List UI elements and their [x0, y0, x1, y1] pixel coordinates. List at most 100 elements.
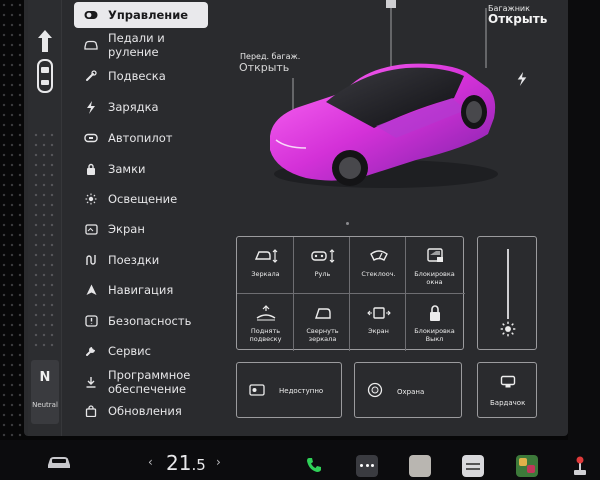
dot-icon — [371, 464, 374, 467]
strip-dot-pattern — [32, 130, 58, 350]
car-illustration[interactable] — [266, 52, 506, 192]
menu-item-label: Замки — [108, 162, 146, 176]
menu-item-label: Сервис — [108, 344, 151, 358]
temp-up-button[interactable]: › — [216, 455, 221, 469]
line-icon — [466, 463, 480, 465]
menu-item-label-line1: Программное — [108, 368, 191, 382]
phone-icon[interactable] — [305, 456, 323, 474]
menu-item-safety[interactable]: Безопасность — [74, 308, 208, 334]
screen-label: Экран — [368, 327, 389, 335]
menu-item-software[interactable]: Программное обеспечение — [74, 366, 208, 398]
charge-port-icon[interactable] — [516, 72, 528, 86]
speaker-grille-left — [0, 0, 24, 440]
sentry-icon — [367, 382, 383, 398]
menu-item-trips[interactable]: Поездки — [74, 247, 208, 273]
wipers-button[interactable]: Стеклооч. — [350, 237, 407, 294]
menu-item-navigation[interactable]: Навигация — [74, 277, 208, 303]
menu-item-label: Экран — [108, 222, 145, 236]
steering-adjust-icon — [310, 249, 334, 263]
mirrors-button[interactable]: Зеркала — [237, 237, 294, 294]
menu-item-autopilot[interactable]: Автопилот — [74, 125, 208, 151]
app-tile-toybox[interactable] — [516, 455, 538, 477]
raise-suspension-label: Поднять подвеску — [249, 327, 282, 343]
raise-suspension-button[interactable]: Поднять подвеску — [237, 294, 294, 351]
menu-item-controls[interactable]: Управление — [74, 2, 208, 28]
menu-item-label: Обновления — [108, 404, 182, 418]
download-icon — [84, 375, 98, 389]
menu-item-label: Педали и руление — [108, 31, 165, 59]
steering-button[interactable]: Руль — [294, 237, 351, 294]
rear-trunk-open-button[interactable]: Открыть — [488, 12, 547, 26]
gear-indicator[interactable]: N Neutral — [31, 360, 59, 424]
dot-icon — [360, 464, 363, 467]
fold-mirrors-label: Свернуть зеркала — [306, 327, 339, 343]
menu-item-locks[interactable]: Замки — [74, 156, 208, 182]
menu-item-label-group: Программное обеспечение — [108, 368, 190, 396]
line-icon — [466, 468, 480, 470]
menu-item-label: Поездки — [108, 253, 160, 267]
bezel-right — [568, 0, 600, 440]
menu-item-label: Подвеска — [108, 69, 166, 83]
screen-icon — [366, 307, 391, 319]
brightness-slider[interactable] — [477, 236, 537, 350]
menu-item-charging[interactable]: Зарядка — [74, 94, 208, 120]
menu-item-service[interactable]: Сервис — [74, 338, 208, 364]
suspension-icon — [256, 305, 275, 321]
menu-item-label: Освещение — [108, 192, 178, 206]
screen-button[interactable]: Экран — [350, 294, 407, 351]
steering-label: Руль — [314, 270, 331, 278]
menu-item-label: Безопасность — [108, 314, 192, 328]
menu-item-label: Управление — [108, 8, 189, 22]
joystick-icon[interactable] — [572, 456, 588, 476]
car-menu-icon[interactable] — [46, 454, 72, 470]
gear-word: Neutral — [32, 401, 58, 409]
menu-item-pedals[interactable]: Педали и руление — [74, 31, 208, 59]
menu-item-label: Автопилот — [108, 131, 173, 145]
child-lock-icon — [429, 305, 440, 321]
glovebox-label: Бардачок — [490, 399, 526, 407]
menu-item-label-line2: обеспечение — [108, 382, 187, 396]
menu-item-label: Зарядка — [108, 100, 159, 114]
settings-menu: Управление Педали и руление Подвеска Зар… — [74, 0, 210, 436]
bolt-icon — [84, 100, 98, 114]
temperature-decimal: .5 — [191, 456, 206, 474]
menu-item-updates[interactable]: Обновления — [74, 398, 208, 424]
slider-track[interactable] — [507, 249, 509, 319]
glovebox-icon — [500, 375, 516, 388]
fold-mirrors-button[interactable]: Свернуть зеркала — [294, 294, 351, 351]
sentry-label: Охрана — [397, 388, 425, 396]
window-lock-button[interactable]: Блокировка окна — [406, 237, 463, 294]
dashcam-icon — [249, 384, 265, 396]
sun-icon — [84, 192, 98, 206]
glovebox-button[interactable]: Бардачок — [477, 362, 537, 418]
window-lock-icon — [426, 248, 443, 262]
trips-icon — [84, 253, 98, 267]
temp-down-button[interactable]: ‹ — [148, 455, 153, 469]
unavailable-label: Недоступно — [279, 387, 324, 395]
wipers-label: Стеклооч. — [361, 270, 396, 278]
car-topview-icon — [37, 59, 53, 93]
child-lock-label: Блокировка Выкл — [414, 327, 455, 343]
unavailable-button[interactable]: Недоступно — [236, 362, 342, 418]
menu-item-lighting[interactable]: Освещение — [74, 186, 208, 212]
menu-item-display[interactable]: Экран — [74, 216, 208, 242]
app-tile-notes[interactable] — [409, 455, 431, 477]
mirrors-label: Зеркала — [251, 270, 280, 278]
window-lock-label: Блокировка окна — [414, 270, 455, 286]
wrench-icon — [84, 69, 98, 83]
steering-wheel-icon — [84, 131, 98, 145]
car-icon — [84, 38, 98, 52]
sentry-button[interactable]: Охрана — [354, 362, 462, 418]
toy-icon — [527, 465, 535, 473]
mirror-fold-icon — [314, 308, 331, 319]
wiper-icon — [369, 250, 388, 261]
wrench-icon — [84, 344, 98, 358]
gear-letter: N — [39, 370, 51, 385]
menu-item-suspension[interactable]: Подвеска — [74, 63, 208, 89]
temperature-value[interactable]: 21.5 — [166, 451, 206, 475]
bag-icon — [84, 404, 98, 418]
child-lock-button[interactable]: Блокировка Выкл — [406, 294, 463, 351]
quick-controls-grid: Зеркала Руль Стеклооч. Блокировка окна П… — [236, 236, 465, 351]
app-tile-calendar[interactable] — [462, 455, 484, 477]
more-apps-button[interactable] — [356, 455, 378, 477]
